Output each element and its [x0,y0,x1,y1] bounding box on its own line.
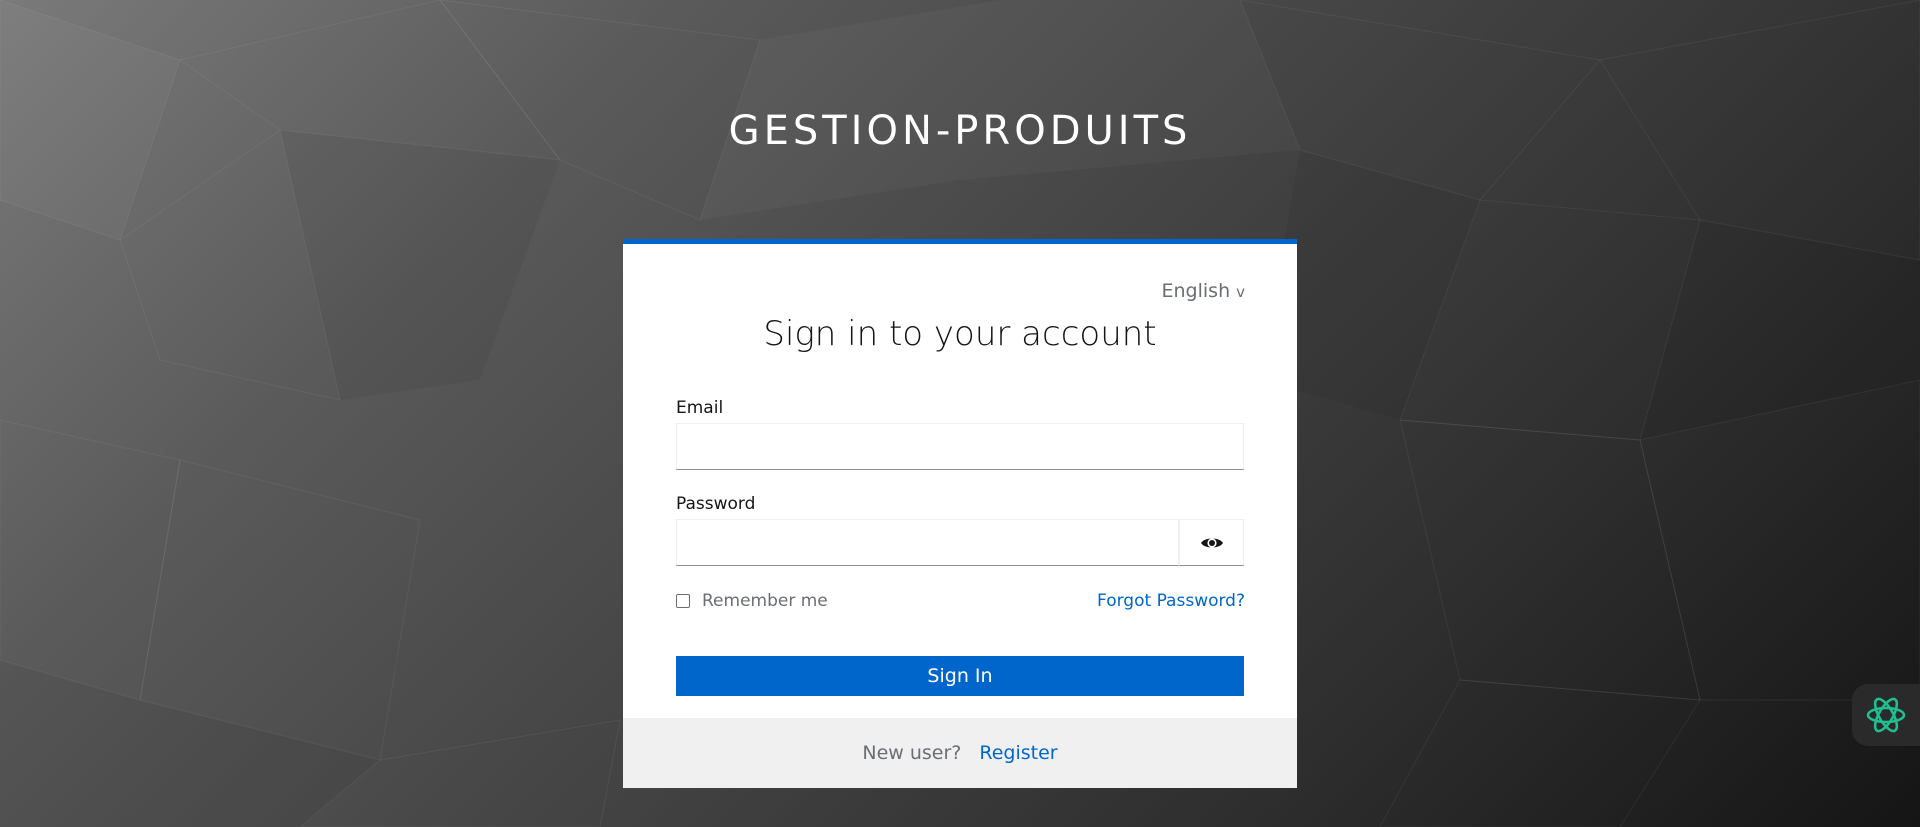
remember-me[interactable]: Remember me [676,591,828,611]
assistant-widget-button[interactable] [1852,684,1920,746]
new-user-text: New user? [862,742,962,764]
login-card: English v Sign in to your account Email P… [623,239,1297,788]
assistant-knot-icon [1866,697,1906,733]
chevron-down-icon: v [1236,283,1245,301]
remember-me-label: Remember me [702,591,828,611]
show-password-button[interactable] [1179,519,1244,566]
language-selector[interactable]: English v [1162,280,1246,302]
language-current: English [1161,280,1231,302]
password-label: Password [676,494,756,514]
register-link[interactable]: Register [979,742,1057,764]
password-group [676,519,1244,566]
page-title: Sign in to your account [763,314,1157,354]
forgot-password-link[interactable]: Forgot Password? [1097,591,1245,611]
email-label: Email [676,398,724,418]
eye-icon [1200,537,1223,548]
remember-me-checkbox[interactable] [676,594,690,608]
registration-footer: New user? Register [623,718,1297,788]
realm-title: GESTION-PRODUITS [728,108,1192,154]
password-field[interactable] [676,519,1179,566]
email-field[interactable] [676,423,1244,470]
sign-in-button[interactable]: Sign In [676,656,1244,696]
